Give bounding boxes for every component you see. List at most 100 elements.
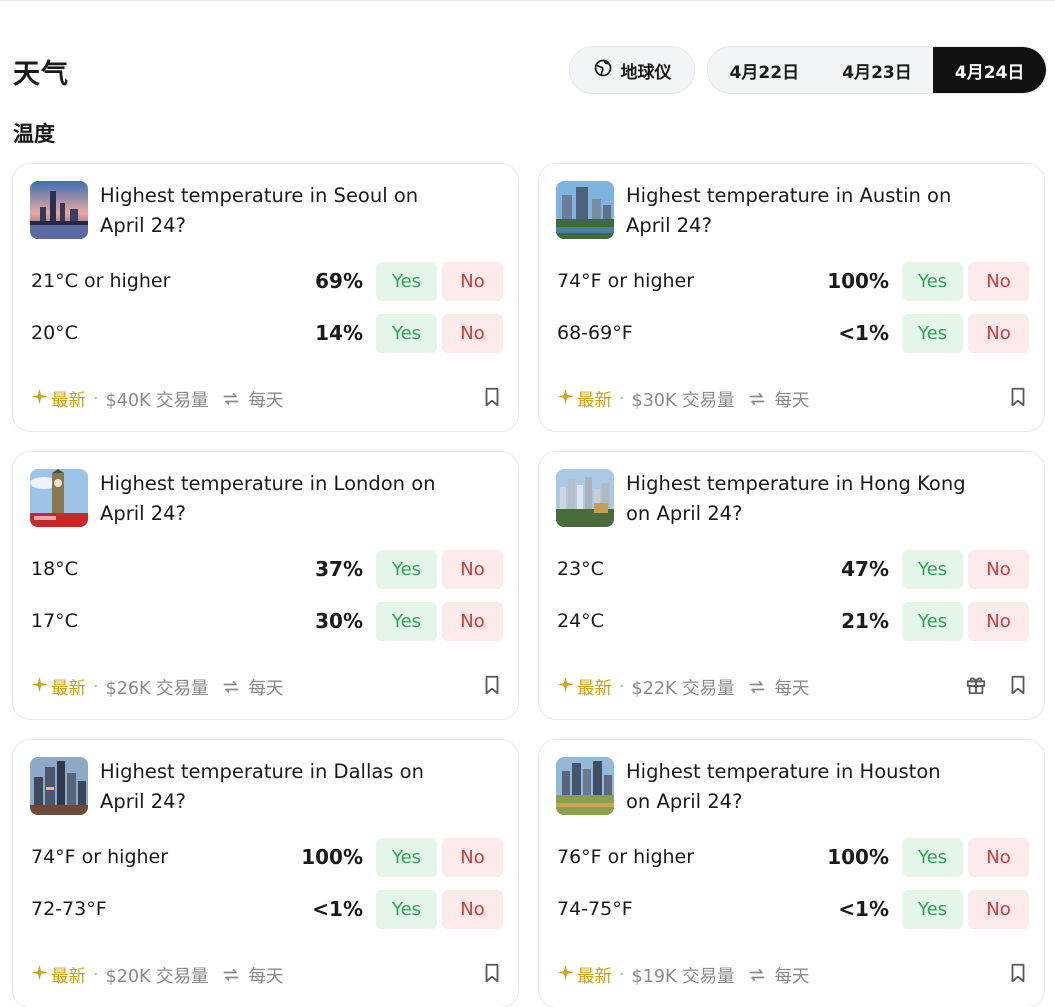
separator-dot: ·: [619, 677, 625, 697]
bookmark-icon[interactable]: [481, 674, 503, 701]
page-title: 天气: [13, 59, 69, 90]
market-title[interactable]: Highest temperature in Hong Kong on Apri…: [626, 469, 966, 529]
outcome-row: 23°C 47% Yes No: [557, 550, 1029, 590]
date-tab-apr-23[interactable]: 4月23日: [821, 47, 934, 93]
new-badge: 最新: [31, 963, 86, 988]
frequency-text: 每天: [248, 678, 284, 699]
market-card[interactable]: Highest temperature in London on April 2…: [12, 451, 519, 720]
sparkle-icon: [31, 964, 48, 986]
outcome-probability: 14%: [315, 321, 363, 345]
date-tab-apr-24[interactable]: 4月24日: [933, 47, 1046, 93]
market-title[interactable]: Highest temperature in London on April 2…: [100, 469, 440, 529]
market-thumbnail: [30, 181, 88, 239]
outcome-label: 17°C: [31, 610, 78, 632]
market-title[interactable]: Highest temperature in Seoul on April 24…: [100, 181, 440, 241]
repeat-icon: [221, 965, 241, 985]
card-actions: [965, 674, 1029, 701]
bookmark-icon[interactable]: [481, 386, 503, 413]
buy-yes-button[interactable]: Yes: [902, 890, 963, 929]
market-card[interactable]: Highest temperature in Dallas on April 2…: [12, 739, 519, 1007]
market-thumbnail: [30, 469, 88, 527]
new-badge-label: 最新: [577, 390, 612, 411]
frequency-text: 每天: [774, 966, 810, 987]
market-card[interactable]: Highest temperature in Austin on April 2…: [538, 163, 1045, 432]
frequency-text: 每天: [248, 966, 284, 987]
buy-no-button[interactable]: No: [968, 890, 1029, 929]
buy-yes-button[interactable]: Yes: [376, 602, 437, 641]
outcome-probability: 21%: [841, 609, 889, 633]
buy-no-button[interactable]: No: [442, 890, 503, 929]
buy-no-button[interactable]: No: [968, 262, 1029, 301]
card-actions: [1007, 386, 1029, 413]
buy-yes-button[interactable]: Yes: [376, 314, 437, 353]
volume-text: $22K 交易量: [631, 678, 735, 699]
market-footer: 最新 · $30K 交易量 每天: [557, 386, 1029, 412]
outcome-label: 20°C: [31, 322, 78, 344]
outcome-label: 72-73°F: [31, 898, 107, 920]
outcome-probability: 47%: [841, 557, 889, 581]
market-title[interactable]: Highest temperature in Dallas on April 2…: [100, 757, 440, 817]
outcome-probability: <1%: [838, 897, 889, 921]
card-actions: [1007, 962, 1029, 989]
new-badge-label: 最新: [51, 678, 86, 699]
globe-button[interactable]: 地球仪: [569, 46, 695, 94]
outcome-probability: 69%: [315, 269, 363, 293]
frequency-text: 每天: [774, 678, 810, 699]
market-thumbnail: [556, 181, 614, 239]
market-title[interactable]: Highest temperature in Austin on April 2…: [626, 181, 966, 241]
sparkle-icon: [31, 676, 48, 698]
repeat-icon: [221, 389, 241, 409]
market-card[interactable]: Highest temperature in Seoul on April 24…: [12, 163, 519, 432]
buy-no-button[interactable]: No: [968, 314, 1029, 353]
market-title[interactable]: Highest temperature in Houston on April …: [626, 757, 966, 817]
outcome-row: 74-75°F <1% Yes No: [557, 890, 1029, 930]
buy-yes-button[interactable]: Yes: [902, 602, 963, 641]
bookmark-icon[interactable]: [1007, 674, 1029, 701]
buy-yes-button[interactable]: Yes: [902, 838, 963, 877]
globe-button-label: 地球仪: [620, 62, 672, 83]
bookmark-icon[interactable]: [1007, 962, 1029, 989]
section-title: 温度: [13, 122, 55, 146]
buy-yes-button[interactable]: Yes: [902, 314, 963, 353]
buy-yes-button[interactable]: Yes: [376, 890, 437, 929]
seoul-thumbnail-icon: [30, 181, 88, 239]
buy-no-button[interactable]: No: [442, 262, 503, 301]
bookmark-icon[interactable]: [1007, 386, 1029, 413]
buy-yes-button[interactable]: Yes: [902, 262, 963, 301]
gift-icon[interactable]: [965, 674, 987, 701]
buy-yes-button[interactable]: Yes: [376, 262, 437, 301]
new-badge: 最新: [557, 387, 612, 412]
market-thumbnail: [556, 757, 614, 815]
buy-no-button[interactable]: No: [442, 550, 503, 589]
outcome-label: 74°F or higher: [557, 270, 695, 292]
new-badge: 最新: [557, 963, 612, 988]
date-tab-apr-22[interactable]: 4月22日: [708, 47, 821, 93]
bookmark-icon[interactable]: [481, 962, 503, 989]
buy-yes-button[interactable]: Yes: [376, 550, 437, 589]
buy-no-button[interactable]: No: [968, 550, 1029, 589]
volume-text: $19K 交易量: [631, 966, 735, 987]
market-card[interactable]: Highest temperature in Hong Kong on Apri…: [538, 451, 1045, 720]
new-badge-label: 最新: [577, 678, 612, 699]
outcome-probability: 100%: [827, 845, 889, 869]
repeat-icon: [747, 965, 767, 985]
buy-no-button[interactable]: No: [968, 602, 1029, 641]
buy-no-button[interactable]: No: [442, 602, 503, 641]
buy-no-button[interactable]: No: [442, 838, 503, 877]
sparkle-icon: [557, 388, 574, 410]
outcome-probability: 100%: [827, 269, 889, 293]
market-card[interactable]: Highest temperature in Houston on April …: [538, 739, 1045, 1007]
buy-yes-button[interactable]: Yes: [376, 838, 437, 877]
buy-yes-button[interactable]: Yes: [902, 550, 963, 589]
top-divider: [0, 0, 1055, 1]
outcome-probability: <1%: [312, 897, 363, 921]
separator-dot: ·: [619, 389, 625, 409]
market-footer: 最新 · $20K 交易量 每天: [31, 962, 503, 988]
buy-no-button[interactable]: No: [442, 314, 503, 353]
new-badge: 最新: [31, 387, 86, 412]
buy-no-button[interactable]: No: [968, 838, 1029, 877]
market-footer: 最新 · $22K 交易量 每天: [557, 674, 1029, 700]
sparkle-icon: [31, 388, 48, 410]
sparkle-icon: [557, 676, 574, 698]
frequency-text: 每天: [774, 390, 810, 411]
